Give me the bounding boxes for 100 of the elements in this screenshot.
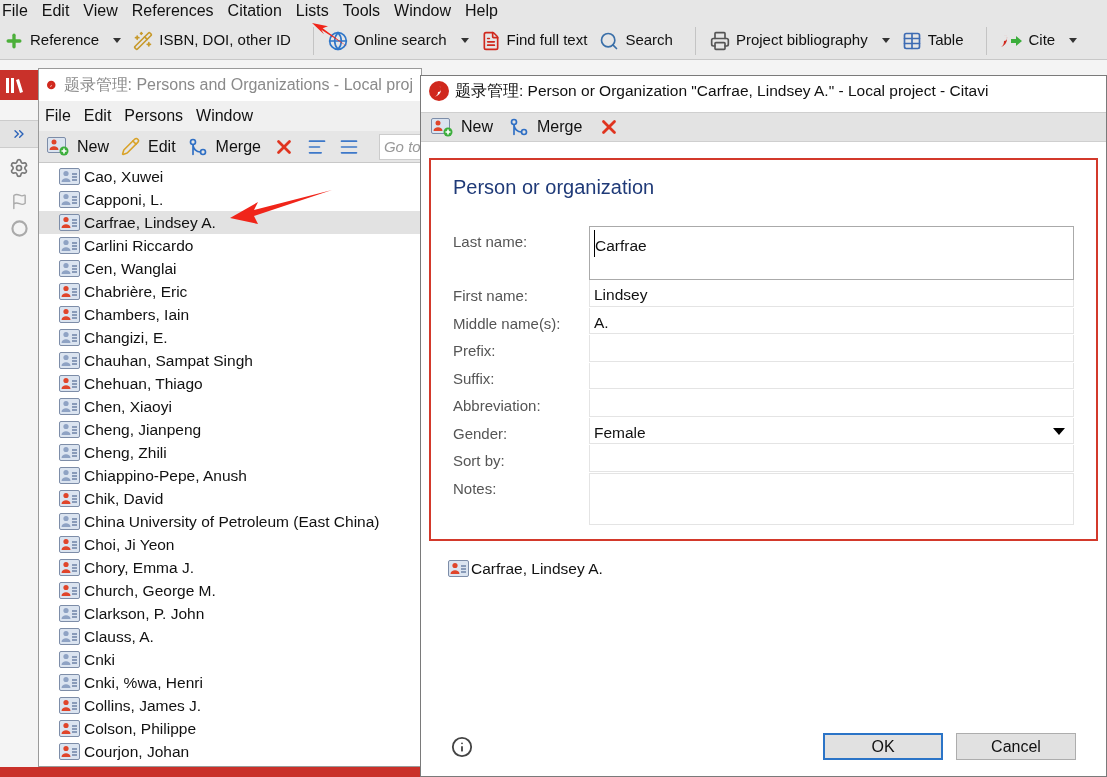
person-list-item[interactable]: Church, George M. bbox=[39, 579, 421, 602]
text-field[interactable] bbox=[589, 390, 1074, 417]
menu-item[interactable]: Window bbox=[196, 104, 253, 128]
person-list-item[interactable]: Carlini Riccardo bbox=[39, 234, 421, 257]
menu-item[interactable]: File bbox=[2, 0, 28, 23]
field-label: Suffix: bbox=[453, 368, 496, 389]
person-card-icon bbox=[59, 628, 80, 645]
info-icon bbox=[451, 735, 473, 758]
person-list-item[interactable]: Courjon, Johan bbox=[39, 740, 421, 763]
dialog-button[interactable]: Cancel bbox=[956, 733, 1076, 760]
merge-icon bbox=[509, 117, 529, 137]
expand-panel-button[interactable] bbox=[0, 120, 38, 148]
text-field[interactable]: A. bbox=[589, 307, 1074, 334]
wand-toolbar-button[interactable]: ISBN, DOI, other ID bbox=[131, 25, 293, 56]
caret-icon bbox=[460, 38, 469, 43]
person-card-icon bbox=[59, 513, 80, 530]
menu-item[interactable]: Persons bbox=[124, 104, 184, 128]
person-card-icon bbox=[59, 398, 80, 415]
gender-select[interactable]: Female bbox=[589, 417, 1074, 444]
person-list-item[interactable]: Clauss, A. bbox=[39, 625, 421, 648]
person-list-item[interactable]: Collins, James J. bbox=[39, 694, 421, 717]
new-button[interactable]: New bbox=[43, 133, 113, 160]
globe-toolbar-button[interactable]: Online search bbox=[325, 25, 471, 56]
field-label: Last name: bbox=[453, 232, 529, 252]
menu-item[interactable]: Edit bbox=[41, 0, 70, 23]
add-toolbar-button[interactable]: Reference bbox=[2, 25, 124, 56]
table-toolbar-button[interactable]: Table bbox=[899, 25, 966, 56]
menu-item[interactable]: Citation bbox=[227, 0, 282, 23]
person-card-icon bbox=[59, 191, 80, 208]
text-field[interactable] bbox=[589, 445, 1074, 472]
person-list-item[interactable]: Changizi, E. bbox=[39, 326, 421, 349]
text-field[interactable] bbox=[589, 362, 1074, 389]
person-list-item[interactable]: Cen, Wanglai bbox=[39, 257, 421, 280]
person-card-icon bbox=[59, 743, 80, 760]
person-card-icon bbox=[59, 605, 80, 622]
person-list-item[interactable]: Cheng, Zhili bbox=[39, 441, 421, 464]
person-card-icon bbox=[59, 490, 80, 507]
person-list-item[interactable]: Clarkson, P. John bbox=[39, 602, 421, 625]
quote-arrow-icon bbox=[1000, 33, 1023, 48]
edit-button[interactable]: Edit bbox=[117, 133, 180, 160]
person-list-item[interactable]: Chehuan, Thiago bbox=[39, 372, 421, 395]
menu-item[interactable]: File bbox=[45, 104, 71, 128]
person-list-item[interactable]: Carfrae, Lindsey A. bbox=[39, 211, 421, 234]
field-label: Notes: bbox=[453, 478, 498, 499]
person-list-item[interactable]: Chiappino-Pepe, Anush bbox=[39, 464, 421, 487]
caret-icon bbox=[1069, 38, 1078, 43]
person-list-item[interactable]: Cnki, %wa, Henri bbox=[39, 671, 421, 694]
person-list-item[interactable]: Chory, Emma J. bbox=[39, 556, 421, 579]
caret-icon bbox=[113, 38, 122, 43]
text-field[interactable]: Lindsey bbox=[589, 280, 1074, 307]
merge-button[interactable]: Merge bbox=[505, 114, 587, 140]
menu-item[interactable]: View bbox=[83, 0, 118, 23]
window-title: 题录管理: Person or Organization "Carfrae, Lindsey A." - Local project - Citavi bbox=[455, 81, 989, 102]
person-card-icon bbox=[59, 237, 80, 254]
person-list-item[interactable]: Chauhan, Sampat Singh bbox=[39, 349, 421, 372]
text-field[interactable] bbox=[589, 335, 1074, 362]
menu-item[interactable]: References bbox=[131, 0, 214, 23]
person-list-item[interactable]: Chik, David bbox=[39, 487, 421, 510]
person-card-icon bbox=[59, 329, 80, 346]
search-toolbar-button[interactable]: Search bbox=[597, 25, 675, 56]
cite-toolbar-button[interactable]: Cite bbox=[998, 25, 1080, 56]
person-list-item[interactable]: Choi, Ji Yeon bbox=[39, 533, 421, 556]
person-preview-name: Carfrae, Lindsey A. bbox=[471, 558, 603, 579]
person-list-item[interactable]: Chen, Xiaoyi bbox=[39, 395, 421, 418]
person-list-item[interactable]: Cao, Xuwei bbox=[39, 165, 421, 188]
merge-button[interactable]: Merge bbox=[183, 133, 265, 160]
new-button[interactable]: New bbox=[427, 114, 497, 140]
menu-item[interactable]: Lists bbox=[295, 0, 329, 23]
search-icon bbox=[599, 30, 620, 51]
person-card-icon bbox=[59, 536, 80, 553]
field-label: Prefix: bbox=[453, 341, 497, 361]
annotation-arrow bbox=[312, 23, 348, 47]
pdf-toolbar-button[interactable]: Find full text bbox=[478, 25, 590, 56]
person-list-item[interactable]: Colson, Philippe bbox=[39, 717, 421, 740]
text-field[interactable] bbox=[589, 472, 1074, 525]
menu-item[interactable]: Edit bbox=[83, 104, 112, 128]
menu-item[interactable]: Window bbox=[394, 0, 451, 23]
person-list-item[interactable]: China University of Petroleum (East China) bbox=[39, 510, 421, 533]
settings-icon bbox=[9, 158, 29, 178]
print-toolbar-button[interactable]: Project bibliography bbox=[707, 25, 892, 56]
menu-item[interactable]: Help bbox=[465, 0, 498, 23]
go-to-field[interactable]: Go to bbox=[378, 133, 421, 160]
text-field[interactable]: Carfrae bbox=[589, 226, 1074, 280]
dialog-button[interactable]: OK bbox=[823, 733, 943, 760]
person-list-item[interactable]: Cnki bbox=[39, 648, 421, 671]
person-card-icon bbox=[59, 651, 80, 668]
flag-icon bbox=[10, 193, 28, 210]
person-card-icon bbox=[59, 444, 80, 461]
app-logo-icon bbox=[429, 81, 449, 101]
person-list-item[interactable]: Chambers, Iain bbox=[39, 303, 421, 326]
merge-icon bbox=[187, 136, 208, 157]
person-card-icon bbox=[59, 260, 80, 277]
person-list-item[interactable]: Capponi, L. bbox=[39, 188, 421, 211]
person-card-icon bbox=[59, 283, 80, 300]
pencil-icon bbox=[121, 137, 140, 156]
globe-icon bbox=[327, 30, 348, 51]
printer-icon bbox=[709, 30, 730, 51]
menu-item[interactable]: Tools bbox=[342, 0, 381, 23]
person-list-item[interactable]: Cheng, Jianpeng bbox=[39, 418, 421, 441]
person-list-item[interactable]: Chabrière, Eric bbox=[39, 280, 421, 303]
